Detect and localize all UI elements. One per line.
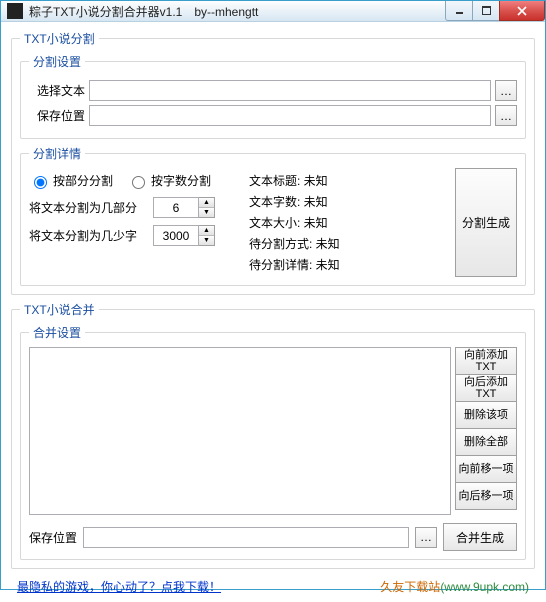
add-before-button[interactable]: 向前添加TXT xyxy=(455,347,517,375)
split-settings-label: 分割设置 xyxy=(29,53,85,70)
footer: 最隐私的游戏，你心动了？点我下载！ 久友下载站 (www.9upk.com) xyxy=(11,575,535,598)
move-down-button[interactable]: 向后移一项 xyxy=(455,482,517,510)
info-size: 文本大小: 未知 xyxy=(249,214,449,231)
app-window: 粽子TXT小说分割合并器v1.1 by--mhengtt TXT小说分割 分割设… xyxy=(0,0,546,590)
parts-input[interactable] xyxy=(153,197,199,218)
maximize-button[interactable] xyxy=(472,1,500,21)
merge-settings-label: 合并设置 xyxy=(29,324,85,341)
radio-by-words-input[interactable] xyxy=(132,176,145,189)
parts-label: 将文本分割为几部分 xyxy=(29,199,147,216)
browse-text-button[interactable]: … xyxy=(495,80,517,101)
split-details-group: 分割详情 按部分分割 按字数分割 将文本分割为几部分 ▲▼ xyxy=(20,145,526,286)
parts-up-icon[interactable]: ▲ xyxy=(199,198,214,207)
split-group-label: TXT小说分割 xyxy=(20,30,99,47)
browse-save-button[interactable]: … xyxy=(495,105,517,126)
add-after-button[interactable]: 向后添加TXT xyxy=(455,374,517,402)
words-input[interactable] xyxy=(153,225,199,246)
split-settings-group: 分割设置 选择文本 … 保存位置 … xyxy=(20,53,526,139)
info-detail: 待分割详情: 未知 xyxy=(249,256,449,273)
parts-down-icon[interactable]: ▼ xyxy=(199,207,214,217)
promo-link[interactable]: 最隐私的游戏，你心动了？点我下载！ xyxy=(17,578,221,595)
site-url: (www.9upk.com) xyxy=(440,580,529,594)
merge-browse-button[interactable]: … xyxy=(415,527,437,548)
window-title: 粽子TXT小说分割合并器v1.1 by--mhengtt xyxy=(29,3,446,20)
site-name: 久友下载站 xyxy=(380,578,440,595)
merge-settings-group: 合并设置 向前添加TXT 向后添加TXT 删除该项 删除全部 向前移一项 向后移… xyxy=(20,324,526,560)
parts-spinner[interactable]: ▲▼ xyxy=(153,197,215,218)
words-spinner[interactable]: ▲▼ xyxy=(153,225,215,246)
words-up-icon[interactable]: ▲ xyxy=(199,226,214,235)
close-button[interactable] xyxy=(499,1,545,21)
split-generate-button[interactable]: 分割生成 xyxy=(455,168,517,277)
select-text-input[interactable] xyxy=(89,80,491,101)
split-save-label: 保存位置 xyxy=(29,107,85,124)
delete-all-button[interactable]: 删除全部 xyxy=(455,428,517,456)
radio-by-words[interactable]: 按字数分割 xyxy=(127,172,211,189)
words-label: 将文本分割为几少字 xyxy=(29,227,147,244)
minimize-button[interactable] xyxy=(445,1,473,21)
split-save-input[interactable] xyxy=(89,105,491,126)
split-details-label: 分割详情 xyxy=(29,145,85,162)
merge-listbox[interactable] xyxy=(29,347,451,515)
split-group: TXT小说分割 分割设置 选择文本 … 保存位置 … 分割详情 xyxy=(11,30,535,295)
info-method: 待分割方式: 未知 xyxy=(249,235,449,252)
merge-save-label: 保存位置 xyxy=(29,529,77,546)
radio-by-part[interactable]: 按部分分割 xyxy=(29,172,113,189)
app-icon xyxy=(7,3,23,19)
merge-group: TXT小说合并 合并设置 向前添加TXT 向后添加TXT 删除该项 删除全部 向… xyxy=(11,301,535,569)
words-down-icon[interactable]: ▼ xyxy=(199,235,214,245)
move-up-button[interactable]: 向前移一项 xyxy=(455,455,517,483)
merge-save-input[interactable] xyxy=(83,527,409,548)
merge-generate-button[interactable]: 合并生成 xyxy=(443,523,517,551)
radio-by-part-input[interactable] xyxy=(34,176,47,189)
merge-group-label: TXT小说合并 xyxy=(20,301,99,318)
titlebar[interactable]: 粽子TXT小说分割合并器v1.1 by--mhengtt xyxy=(1,1,545,22)
info-title: 文本标题: 未知 xyxy=(249,172,449,189)
select-text-label: 选择文本 xyxy=(29,82,85,99)
info-words: 文本字数: 未知 xyxy=(249,193,449,210)
delete-item-button[interactable]: 删除该项 xyxy=(455,401,517,429)
